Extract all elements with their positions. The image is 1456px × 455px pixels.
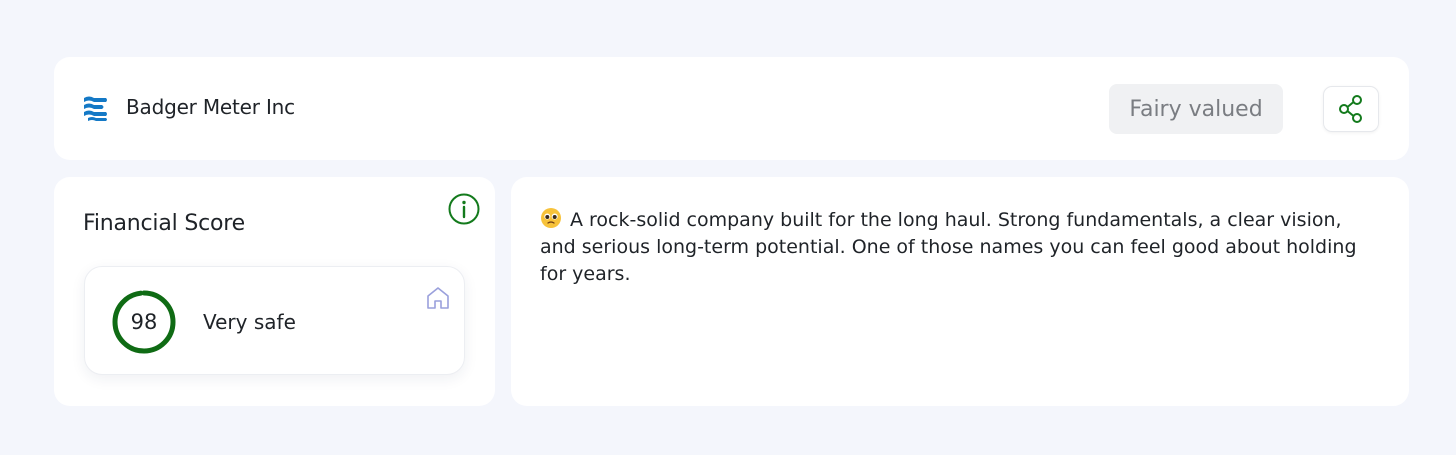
badger-meter-logo (84, 96, 107, 121)
summary-card: A rock-solid company built for the long … (511, 177, 1409, 406)
share-icon (1339, 95, 1362, 123)
financial-score-card: Financial Score 98 Very safe (54, 177, 495, 406)
rating-label: Very safe (203, 310, 296, 334)
share-button[interactable] (1323, 86, 1379, 132)
score-summary-box: 98 Very safe (84, 266, 465, 375)
summary-paragraph: A rock-solid company built for the long … (540, 207, 1360, 288)
company-header-card: Badger Meter Inc Fairy valued (54, 57, 1409, 160)
summary-text: A rock-solid company built for the long … (540, 209, 1357, 285)
score-value: 98 (130, 310, 158, 334)
valuation-badge: Fairy valued (1109, 84, 1283, 134)
company-name: Badger Meter Inc (126, 95, 295, 119)
home-icon (427, 287, 449, 309)
score-title: Financial Score (83, 211, 245, 236)
info-icon[interactable] (447, 192, 481, 226)
pleading-face-emoji (541, 208, 561, 228)
